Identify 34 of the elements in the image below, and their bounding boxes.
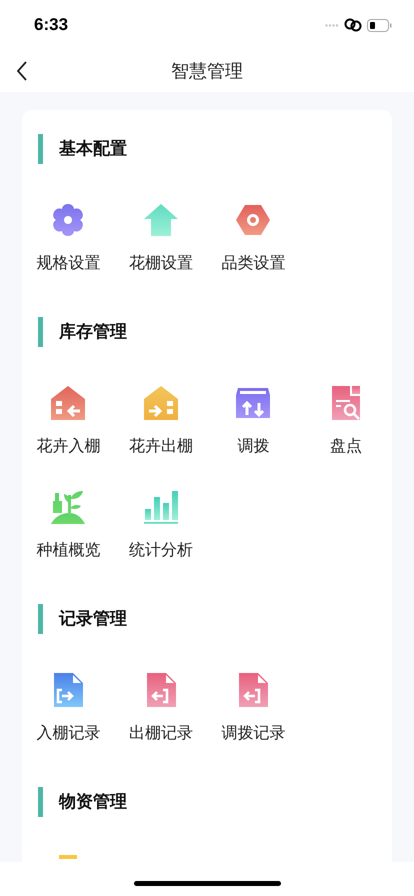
house-icon (142, 202, 179, 238)
section-title: 记录管理 (59, 608, 127, 630)
menu-item[interactable]: 调拨 (207, 385, 300, 457)
house-arrow-out-icon (142, 385, 179, 421)
section-accent-bar (38, 604, 43, 634)
menu-item[interactable]: 花棚设置 (114, 202, 207, 274)
section-accent-bar (38, 134, 43, 164)
menu-item[interactable]: 品类设置 (207, 202, 300, 274)
hexagon-icon (235, 202, 272, 238)
menu-item[interactable]: 花卉出棚 (114, 385, 207, 457)
partial-icon (59, 855, 78, 859)
section-title: 物资管理 (59, 791, 127, 814)
menu-item[interactable]: 花卉入棚 (22, 385, 114, 457)
menu-item[interactable]: 种植概览 (22, 489, 114, 561)
signal-dots-icon (325, 24, 339, 26)
box-arrows-icon (235, 385, 272, 421)
menu-item[interactable]: 统计分析 (114, 489, 207, 561)
status-time: 6:33 (34, 14, 68, 36)
link-icon (343, 18, 363, 32)
plant-icon (50, 489, 86, 525)
menu-item[interactable]: 盘点 (300, 385, 392, 457)
battery-icon (367, 18, 392, 32)
menu-item[interactable]: 入棚记录 (22, 672, 114, 744)
house-arrow-in-icon (50, 385, 86, 421)
page-title: 智慧管理 (171, 60, 243, 82)
menu-item[interactable]: 调拨记录 (207, 672, 300, 744)
section-title: 库存管理 (59, 321, 127, 344)
section-accent-bar (38, 317, 43, 347)
bar-chart-icon (142, 489, 179, 525)
section-title: 基本配置 (59, 138, 127, 160)
section-accent-bar (38, 787, 43, 817)
menu-item[interactable]: 出棚记录 (114, 672, 207, 744)
back-icon (16, 61, 28, 81)
menu-item[interactable]: 规格设置 (22, 202, 114, 274)
